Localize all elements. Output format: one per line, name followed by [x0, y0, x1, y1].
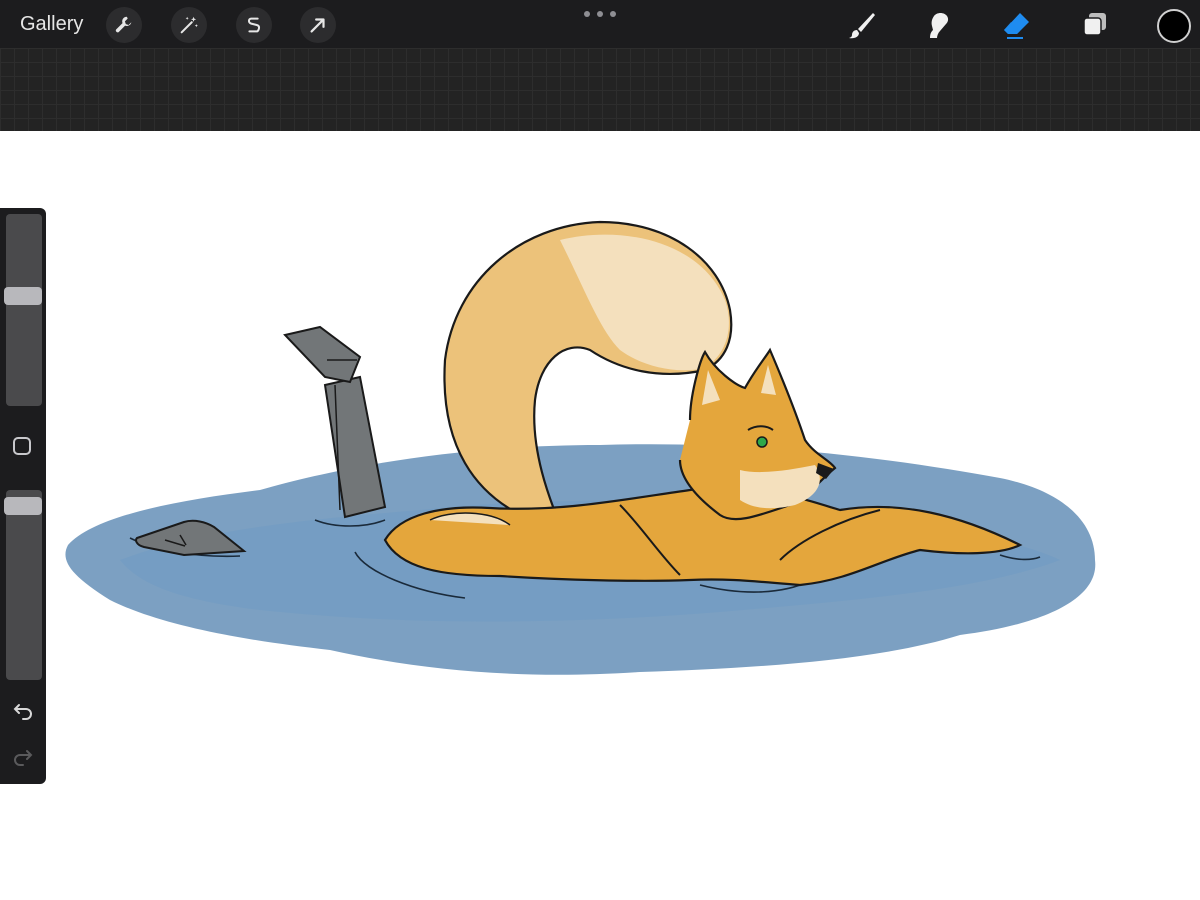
smudge-tool-button[interactable]	[920, 6, 958, 44]
dot-icon	[610, 11, 616, 17]
selection-button[interactable]	[236, 7, 272, 43]
artwork	[65, 220, 1096, 675]
brush-sidebar	[0, 208, 46, 784]
fox-eye	[756, 436, 768, 448]
brush-size-slider[interactable]	[4, 214, 42, 406]
transform-button[interactable]	[300, 7, 336, 43]
layers-button[interactable]	[1075, 6, 1113, 44]
canvas-grid-background	[0, 48, 1200, 131]
wrench-icon	[115, 16, 132, 33]
eraser-icon	[1004, 13, 1029, 39]
dot-icon	[597, 11, 603, 17]
gallery-button[interactable]: Gallery	[20, 12, 83, 36]
brush-icon	[849, 13, 875, 39]
redo-icon[interactable]	[11, 744, 35, 768]
adjustments-button[interactable]	[171, 7, 207, 43]
selection-s-icon	[247, 17, 261, 33]
brush-tool-button[interactable]	[843, 6, 881, 44]
undo-icon[interactable]	[11, 698, 35, 722]
magic-wand-icon	[180, 16, 198, 34]
dot-icon	[584, 11, 590, 17]
layers-icon	[1083, 13, 1106, 36]
opacity-slider[interactable]	[4, 490, 42, 680]
opacity-thumb[interactable]	[4, 497, 42, 515]
robot-foot	[283, 325, 362, 384]
more-options-button[interactable]	[584, 6, 616, 22]
brush-size-thumb[interactable]	[4, 287, 42, 305]
actions-button[interactable]	[106, 7, 142, 43]
color-picker-button[interactable]	[1157, 9, 1191, 43]
drawing-canvas[interactable]	[0, 131, 1200, 900]
eraser-tool-button[interactable]	[997, 6, 1035, 44]
arrow-cursor-icon	[310, 18, 325, 33]
modifier-square-icon[interactable]	[13, 437, 31, 455]
smudge-icon	[930, 13, 949, 38]
top-toolbar: Gallery	[0, 0, 1200, 48]
